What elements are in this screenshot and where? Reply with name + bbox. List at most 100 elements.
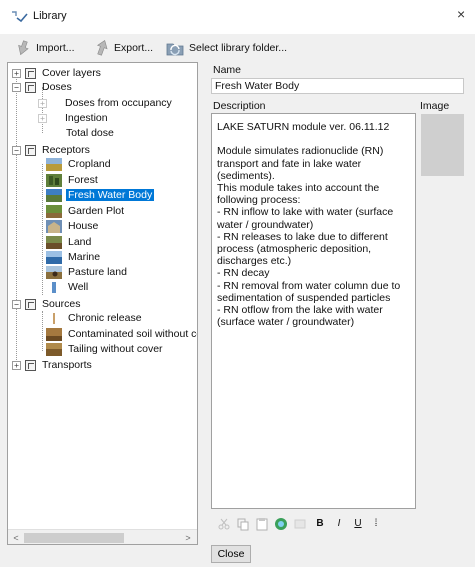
tree-node-cover-layers[interactable]: + Cover layers xyxy=(12,66,103,80)
export-icon xyxy=(96,39,108,56)
category-icon xyxy=(25,144,36,156)
land-thumbnail-icon xyxy=(46,235,62,249)
tree-node-forest[interactable]: Forest xyxy=(46,173,100,187)
tree-node-label: Doses from occupancy xyxy=(65,97,172,109)
name-label: Name xyxy=(213,64,242,76)
tree-node-contaminated-soil[interactable]: Contaminated soil without co xyxy=(46,327,197,341)
category-icon xyxy=(25,359,36,371)
tree-node-label: Doses xyxy=(42,81,72,93)
tree-node-label: Fresh Water Body xyxy=(66,189,155,201)
tree-node-label: Total dose xyxy=(66,127,114,139)
tree-node-label: Forest xyxy=(68,174,98,186)
select-library-folder-button[interactable]: Select library folder... xyxy=(165,38,287,58)
tree-node-ingestion[interactable]: + Ingestion xyxy=(38,111,110,125)
more-options-icon[interactable]: ⁞ xyxy=(369,517,383,531)
close-window-icon[interactable]: × xyxy=(457,6,465,22)
export-button[interactable]: Export... xyxy=(94,38,153,58)
tree-node-land[interactable]: Land xyxy=(46,235,93,249)
image-label: Image xyxy=(420,100,450,112)
expand-icon[interactable]: + xyxy=(38,98,47,108)
copy-icon[interactable] xyxy=(236,517,250,531)
collapse-icon[interactable]: − xyxy=(12,299,21,309)
tree-node-label: Ingestion xyxy=(65,112,108,124)
scroll-left-icon[interactable]: < xyxy=(9,531,23,544)
tree-node-label: Cropland xyxy=(68,158,111,170)
pasture-land-thumbnail-icon xyxy=(46,265,62,279)
bold-button[interactable]: B xyxy=(313,517,327,531)
tree-node-total-dose[interactable]: Total dose xyxy=(64,126,116,140)
marine-thumbnail-icon xyxy=(46,250,62,264)
library-tree: + Cover layers − Doses + Doses from occu… xyxy=(8,63,197,529)
chronic-release-thumbnail-icon xyxy=(46,311,62,325)
category-icon xyxy=(25,81,36,93)
description-editor[interactable]: LAKE SATURN module ver. 06.11.12 Module … xyxy=(211,113,416,509)
folder-sync-icon xyxy=(166,43,184,56)
expand-icon[interactable]: + xyxy=(12,360,21,370)
library-tree-panel: + Cover layers − Doses + Doses from occu… xyxy=(7,62,198,545)
fresh-water-body-thumbnail-icon xyxy=(46,188,62,202)
tree-node-doses-from-occupancy[interactable]: + Doses from occupancy xyxy=(38,96,174,110)
collapse-icon[interactable]: − xyxy=(12,82,21,92)
import-icon xyxy=(18,40,29,56)
tree-node-label: House xyxy=(68,220,99,232)
tree-node-label: Sources xyxy=(42,298,81,310)
scroll-right-icon[interactable]: > xyxy=(181,531,195,544)
format-toolbar: B I U ⁞ xyxy=(211,514,421,534)
library-app-icon xyxy=(12,11,28,23)
category-icon xyxy=(25,298,36,310)
collapse-icon[interactable]: − xyxy=(12,145,21,155)
tree-node-fresh-water-body[interactable]: Fresh Water Body xyxy=(46,188,155,202)
tree-node-pasture-land[interactable]: Pasture land xyxy=(46,265,129,279)
expand-icon[interactable]: + xyxy=(12,68,21,78)
tree-node-label: Chronic release xyxy=(68,312,142,324)
tree-node-label: Land xyxy=(68,236,92,248)
cropland-thumbnail-icon xyxy=(46,157,62,171)
close-button[interactable]: Close xyxy=(211,545,251,563)
tree-node-cropland[interactable]: Cropland xyxy=(46,157,113,171)
tailing-thumbnail-icon xyxy=(46,342,62,356)
paste-icon[interactable] xyxy=(255,517,269,531)
garden-plot-thumbnail-icon xyxy=(46,204,62,218)
tree-node-tailing-without-cover[interactable]: Tailing without cover xyxy=(46,342,165,356)
underline-button[interactable]: U xyxy=(351,517,365,531)
forest-thumbnail-icon xyxy=(46,173,62,187)
tree-node-doses[interactable]: − Doses xyxy=(12,80,74,94)
tree-node-label: Marine xyxy=(68,251,101,263)
tree-node-label: Receptors xyxy=(42,144,90,156)
tree-node-label: Transports xyxy=(42,359,92,371)
category-icon xyxy=(25,67,36,79)
tree-node-sources[interactable]: − Sources xyxy=(12,297,83,311)
title-bar: Library × xyxy=(0,0,475,34)
cut-icon[interactable] xyxy=(217,517,231,531)
house-thumbnail-icon xyxy=(46,219,62,233)
tree-node-label: Well xyxy=(68,281,89,293)
tree-node-well[interactable]: Well xyxy=(46,280,90,294)
tree-node-house[interactable]: House xyxy=(46,219,100,233)
insert-image-icon[interactable] xyxy=(274,517,288,531)
insert-object-icon[interactable] xyxy=(293,517,307,531)
italic-button[interactable]: I xyxy=(332,517,346,531)
tree-node-chronic-release[interactable]: Chronic release xyxy=(46,311,144,325)
tree-node-receptors[interactable]: − Receptors xyxy=(12,143,92,157)
window-title: Library xyxy=(33,10,67,22)
scrollbar-thumb[interactable] xyxy=(24,533,124,543)
well-thumbnail-icon xyxy=(46,280,62,294)
export-label: Export... xyxy=(114,42,154,54)
select-library-folder-label: Select library folder... xyxy=(189,42,288,54)
tree-node-label: Tailing without cover xyxy=(68,343,163,355)
tree-node-transports[interactable]: + Transports xyxy=(12,358,94,372)
tree-node-label: Garden Plot xyxy=(68,205,125,217)
import-button[interactable]: Import... xyxy=(14,38,75,58)
description-text: LAKE SATURN module ver. 06.11.12 Module … xyxy=(217,121,401,329)
toolbar: Import... Export... Select library folde… xyxy=(0,34,475,60)
import-label: Import... xyxy=(36,42,75,54)
tree-node-label: Contaminated soil without co xyxy=(68,328,197,340)
tree-node-marine[interactable]: Marine xyxy=(46,250,102,264)
expand-icon[interactable]: + xyxy=(38,113,47,123)
horizontal-scrollbar[interactable]: < > xyxy=(8,529,197,544)
image-preview xyxy=(421,114,464,176)
tree-node-label: Pasture land xyxy=(68,266,127,278)
tree-node-garden-plot[interactable]: Garden Plot xyxy=(46,204,126,218)
contaminated-soil-thumbnail-icon xyxy=(46,327,62,341)
name-field[interactable]: Fresh Water Body xyxy=(211,78,464,94)
